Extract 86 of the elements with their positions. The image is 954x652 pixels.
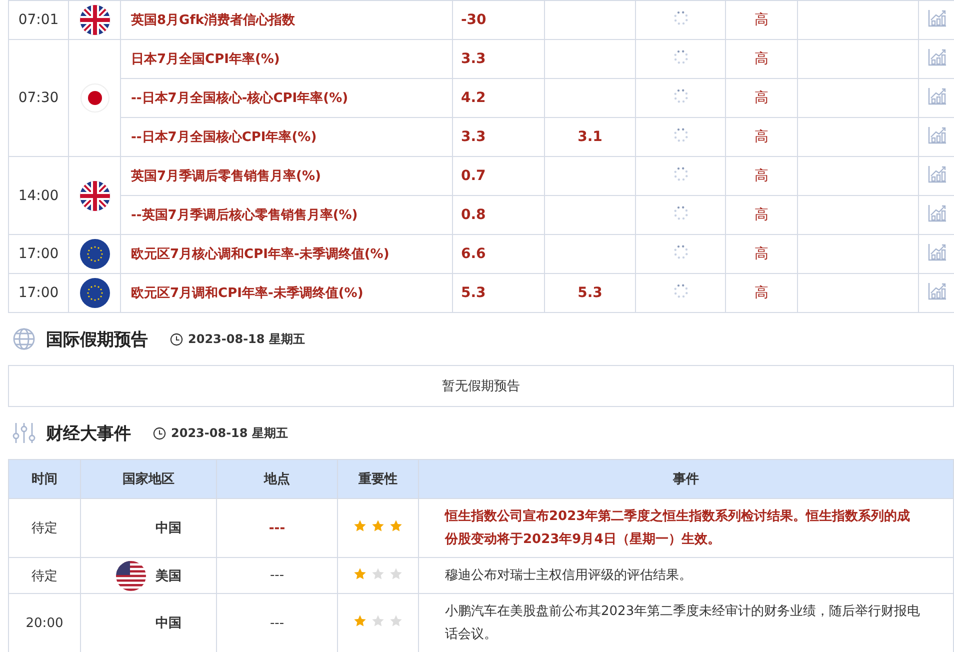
previous-value: 0.7 — [452, 156, 544, 196]
clock-icon — [170, 332, 183, 346]
country-name: 美国 — [156, 568, 182, 584]
chart-icon[interactable] — [926, 281, 946, 301]
uk-flag-icon — [80, 180, 110, 210]
previous-value: 4.2 — [452, 78, 544, 118]
section-date: 2023-08-18 星期五 — [188, 330, 305, 348]
globe-icon — [12, 327, 36, 351]
time-cell: 待定 — [8, 498, 80, 558]
time-cell: 14:00 — [8, 156, 68, 234]
event-description: 穆迪公布对瑞士主权信用评级的评估结果。 — [418, 558, 954, 594]
eu-flag-icon — [80, 239, 110, 269]
time-cell: 待定 — [8, 558, 80, 594]
chart-icon[interactable] — [926, 242, 946, 262]
column-header: 地点 — [216, 460, 338, 498]
chart-icon[interactable] — [926, 164, 946, 184]
indicator-name[interactable]: 欧元区7月核心调和CPI年率-未季调终值(%) — [120, 234, 452, 274]
importance-label: 高 — [754, 51, 768, 67]
chart-icon[interactable] — [926, 47, 946, 67]
country-name: 中国 — [156, 615, 182, 632]
loading-spinner-icon — [672, 10, 688, 26]
event-description: 恒生指数公司宣布2023年第二季度之恒生指数系列检讨结果。恒生指数系列的成份股变动将于2023年9月4日（星期一）生效。 — [418, 498, 954, 558]
indicator-name[interactable]: --英国7月季调后核心零售销售月率(%) — [120, 196, 452, 234]
location-cell: --- — [216, 558, 338, 594]
importance-label: 高 — [754, 246, 768, 262]
time-cell: 07:01 — [8, 0, 68, 40]
star-icon — [371, 519, 385, 533]
star-icon — [389, 519, 403, 533]
section-date: 2023-08-18 星期五 — [171, 424, 288, 442]
loading-spinner-icon — [672, 127, 688, 143]
loading-spinner-icon — [672, 244, 688, 260]
importance-label: 高 — [754, 285, 768, 301]
chart-icon[interactable] — [926, 86, 946, 106]
forecast-value: 3.1 — [578, 129, 602, 145]
chart-icon[interactable] — [926, 8, 946, 28]
location-cell: --- — [216, 498, 338, 558]
star-icon — [371, 566, 385, 580]
importance-label: 高 — [754, 12, 768, 28]
indicator-name[interactable]: --日本7月全国核心CPI年率(%) — [120, 118, 452, 156]
importance-label: 高 — [754, 90, 768, 106]
previous-value: 3.3 — [452, 40, 544, 78]
loading-spinner-icon — [672, 88, 688, 104]
importance-label: 高 — [754, 168, 768, 184]
loading-spinner-icon — [672, 205, 688, 221]
time-cell: 07:30 — [8, 40, 68, 156]
loading-spinner-icon — [672, 283, 688, 299]
star-icon — [353, 519, 367, 533]
previous-value: -30 — [452, 0, 544, 40]
time-cell: 17:00 — [8, 274, 68, 312]
importance-label: 高 — [754, 129, 768, 145]
star-icon — [371, 614, 385, 628]
clock-icon — [153, 426, 166, 440]
eu-flag-icon — [80, 278, 110, 308]
previous-value: 0.8 — [452, 196, 544, 234]
column-header: 时间 — [8, 460, 80, 498]
indicator-name[interactable]: 英国7月季调后零售销售月率(%) — [120, 156, 452, 196]
country-name: 中国 — [156, 520, 182, 537]
star-icon — [389, 614, 403, 628]
empty-message: 暂无假期预告 — [8, 365, 954, 407]
section-title: 财经大事件 — [46, 422, 131, 444]
importance-label: 高 — [754, 207, 768, 223]
chart-icon[interactable] — [926, 125, 946, 145]
uk-flag-icon — [80, 5, 110, 35]
chart-icon[interactable] — [926, 203, 946, 223]
sliders-icon — [12, 421, 36, 445]
column-header: 国家地区 — [80, 460, 216, 498]
japan-flag-icon — [80, 83, 110, 113]
loading-spinner-icon — [672, 49, 688, 65]
forecast-value: 5.3 — [578, 285, 602, 301]
previous-value: 3.3 — [452, 118, 544, 156]
indicator-name[interactable]: --日本7月全国核心-核心CPI年率(%) — [120, 78, 452, 118]
previous-value: 5.3 — [452, 274, 544, 312]
indicator-name[interactable]: 英国8月Gfk消费者信心指数 — [120, 0, 452, 40]
loading-spinner-icon — [672, 166, 688, 182]
previous-value: 6.6 — [452, 234, 544, 274]
time-cell: 20:00 — [8, 594, 80, 652]
us-flag-icon — [116, 560, 146, 590]
column-header: 重要性 — [338, 460, 418, 498]
star-icon — [353, 614, 367, 628]
time-cell: 17:00 — [8, 234, 68, 274]
star-icon — [389, 566, 403, 580]
section-title: 国际假期预告 — [46, 328, 148, 350]
star-icon — [353, 566, 367, 580]
column-header: 事件 — [418, 460, 954, 498]
indicator-name[interactable]: 日本7月全国CPI年率(%) — [120, 40, 452, 78]
indicator-name[interactable]: 欧元区7月调和CPI年率-未季调终值(%) — [120, 274, 452, 312]
